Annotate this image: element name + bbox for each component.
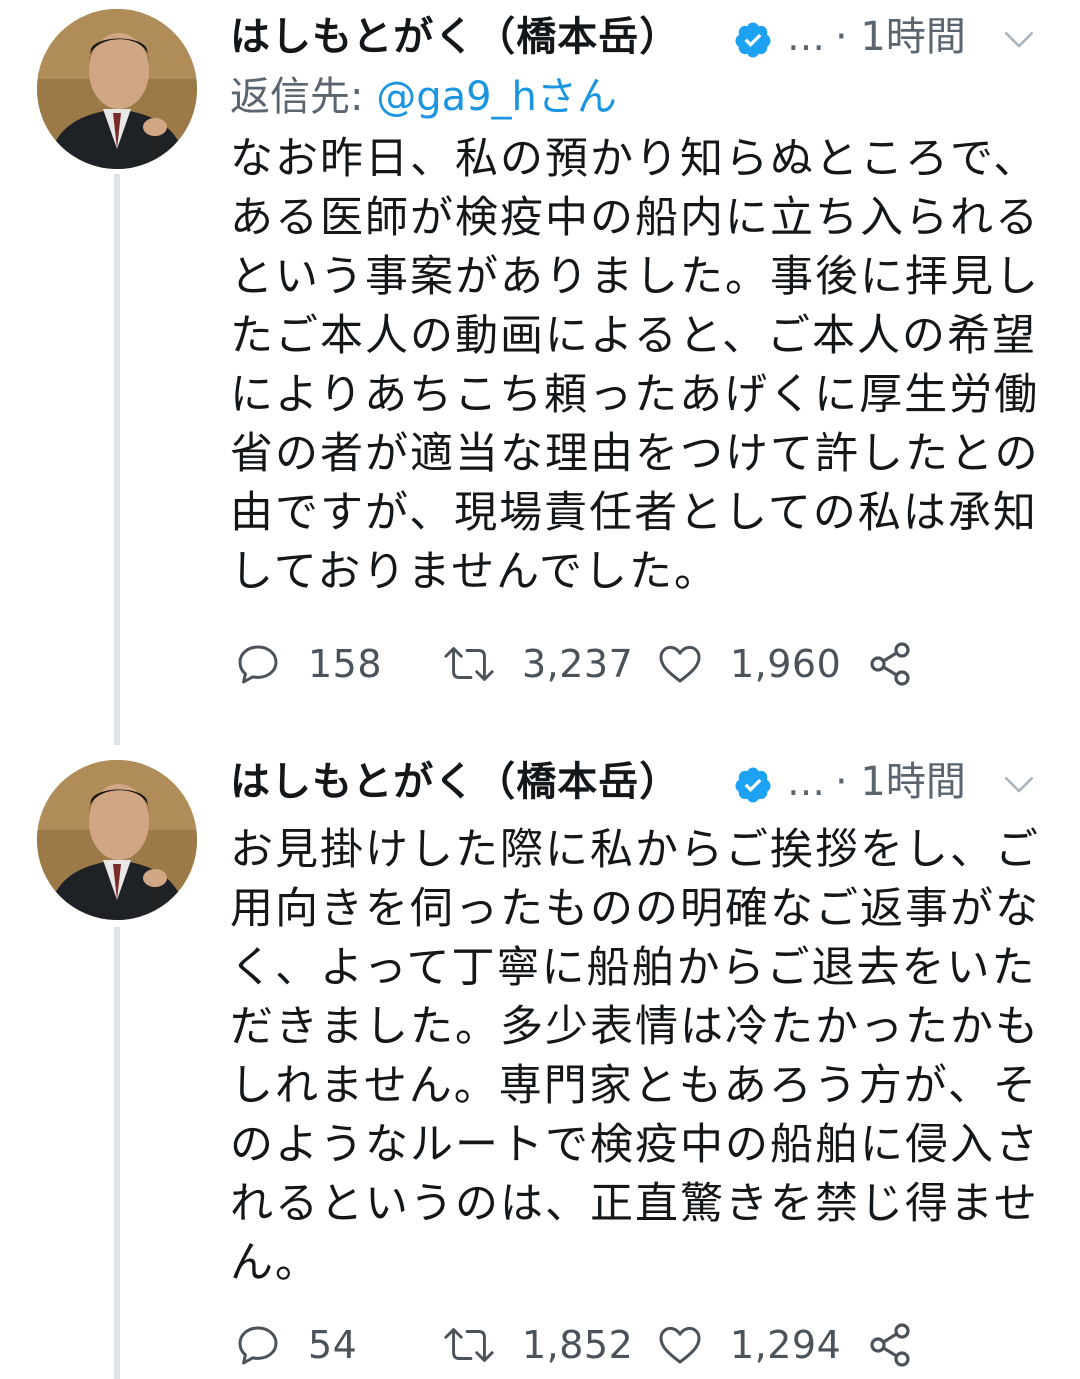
retweet-count: 1,852 [522,1323,634,1367]
avatar[interactable] [37,9,197,169]
like-button[interactable]: 1,960 [656,634,841,694]
verified-badge-icon [735,767,771,803]
avatar-photo [37,760,197,920]
thread-line [114,174,120,745]
reply-button[interactable]: 158 [234,634,382,694]
retweet-count: 3,237 [522,642,634,686]
chevron-down-icon[interactable] [1002,767,1036,801]
reply-to: 返信先: @ga9_hさん [230,68,617,126]
author-name[interactable]: はしもとがく（橋本岳） [230,753,680,811]
reply-button[interactable]: 54 [234,1315,357,1375]
name-ellipsis: … [787,760,825,804]
tweet-header: はしもとがく（橋本岳） … · 1時間 [230,753,1050,811]
share-icon [870,642,910,686]
share-button[interactable] [866,1315,914,1375]
reply-count: 54 [308,1323,358,1367]
reply-icon [238,645,278,684]
avatar[interactable] [37,760,197,920]
tweet-actions: 54 1,852 1,294 [230,1315,1050,1375]
thread-line [114,927,120,1379]
reply-to-prefix: 返信先: [230,74,377,120]
heart-icon [659,645,701,683]
retweet-icon [444,647,494,681]
heart-icon [659,1326,701,1364]
tweet-text: お見掛けした際に私からご挨拶をし、ご 用向きを伺ったものの明確なご返事がな く、… [230,825,1040,1288]
tweet[interactable]: はしもとがく（橋本岳） … · 1時間 返信先: @ga9_hさん なお昨日、私… [0,0,1080,745]
like-button[interactable]: 1,294 [656,1315,841,1375]
timestamp[interactable]: · 1時間 [835,8,966,66]
reply-to-handle[interactable]: @ga9_hさん [376,74,617,120]
retweet-icon [444,1328,494,1362]
name-ellipsis: … [787,15,825,59]
reply-icon [238,1326,278,1365]
retweet-button[interactable]: 3,237 [442,634,633,694]
author-name[interactable]: はしもとがく（橋本岳） [230,8,680,66]
verified-badge-icon [735,22,771,58]
share-icon [870,1323,910,1367]
retweet-button[interactable]: 1,852 [442,1315,633,1375]
like-count: 1,294 [730,1323,842,1367]
tweet[interactable]: はしもとがく（橋本岳） … · 1時間 お見掛けした際に私からご挨拶をし、ご 用… [0,745,1080,1379]
reply-count: 158 [308,642,383,686]
tweet-header: はしもとがく（橋本岳） … · 1時間 [230,8,1050,66]
share-button[interactable] [866,634,914,694]
avatar-photo [37,9,197,169]
chevron-down-icon[interactable] [1002,22,1036,56]
tweet-text: なお昨日、私の預かり知らぬところで、 ある医師が検疫中の船内に立ち入られる とい… [230,134,1040,597]
tweet-actions: 158 3,237 1,960 [230,634,1050,694]
like-count: 1,960 [730,642,842,686]
timestamp[interactable]: · 1時間 [835,753,966,811]
